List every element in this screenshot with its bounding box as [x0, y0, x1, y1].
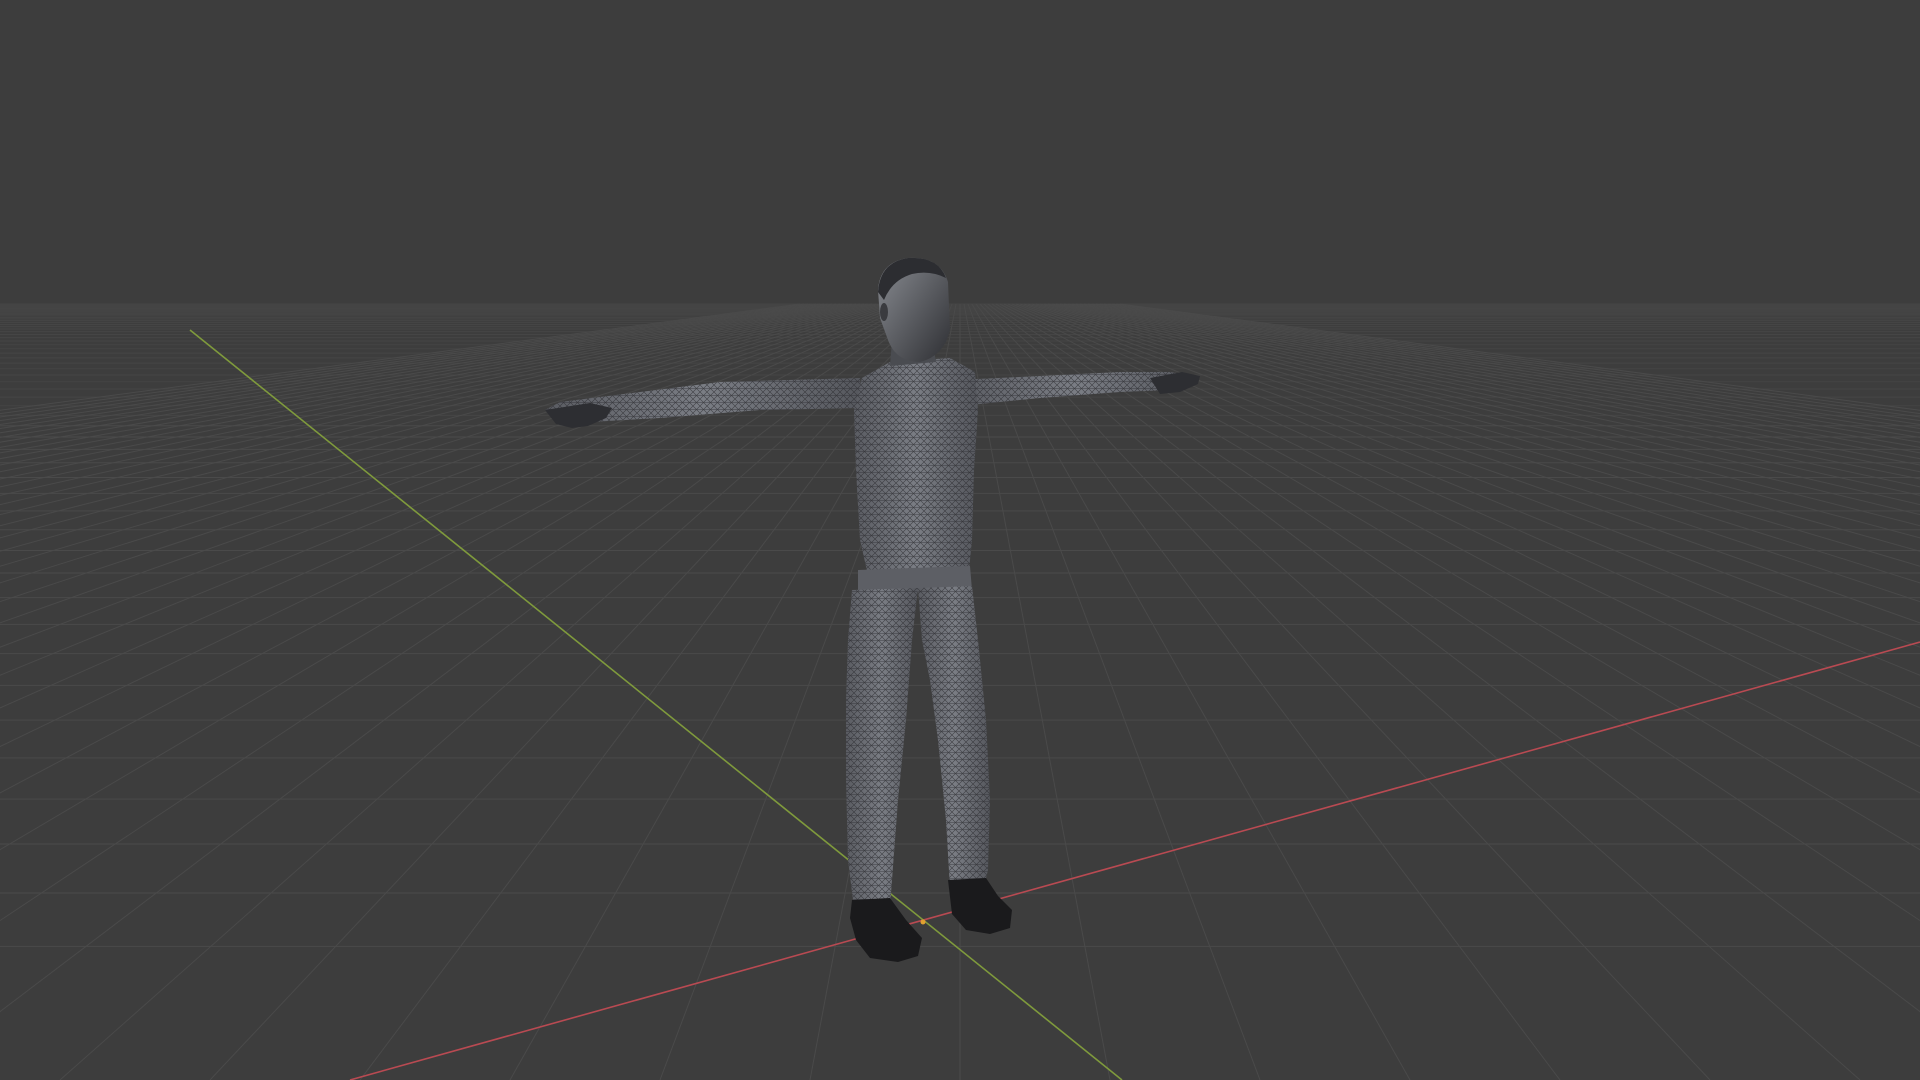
x-axis-line [349, 641, 1920, 1080]
left-shoe [850, 898, 922, 962]
grid-line [59, 303, 937, 1080]
right-shoe [948, 878, 1012, 934]
grid-line [0, 303, 921, 794]
grid-line [0, 303, 845, 460]
grid-line [1019, 303, 1920, 624]
grid-line [1107, 303, 1920, 422]
grid-line [0, 303, 841, 454]
grid-line [1119, 303, 1920, 411]
viewport-canvas[interactable] [0, 0, 1920, 1080]
grid-line [0, 303, 933, 1013]
grid-line [0, 303, 849, 466]
grid-line [1099, 303, 1920, 430]
grid-line [991, 303, 1920, 922]
grid-line [1103, 303, 1920, 425]
grid-line [1007, 303, 1920, 709]
grid-line [979, 303, 1711, 1080]
grid-line [0, 303, 801, 411]
grid-line [0, 303, 925, 851]
grid-line [0, 303, 929, 922]
grid-line [987, 303, 1920, 1013]
grid-line [995, 303, 1920, 851]
grid-line [1015, 303, 1920, 648]
grid-line [999, 303, 1920, 794]
grid-line [0, 303, 809, 418]
grid-line [1011, 303, 1920, 676]
torso-wire [854, 358, 978, 584]
grid-line [1079, 303, 1920, 454]
grid-line [1067, 303, 1920, 473]
grid-line [0, 303, 913, 709]
grid-line [0, 303, 817, 425]
ear [880, 303, 888, 321]
grid-line [983, 303, 1861, 1080]
grid-line [963, 303, 1111, 1080]
grid-line [971, 303, 1411, 1080]
right-leg-wire [918, 586, 990, 888]
grid-line [1075, 303, 1920, 460]
grid-line [0, 303, 909, 676]
grid-line [0, 303, 821, 430]
grid-line [0, 303, 853, 473]
3d-viewport[interactable] [0, 0, 1920, 1080]
grid-line [1071, 303, 1920, 466]
grid-line [967, 303, 1261, 1080]
origin-marker [920, 919, 926, 925]
grid-line [975, 303, 1561, 1080]
grid-line [1115, 303, 1920, 415]
grid-line [1111, 303, 1920, 418]
left-leg-wire [846, 588, 918, 908]
grid-line [0, 303, 805, 415]
grid-line [0, 303, 813, 422]
